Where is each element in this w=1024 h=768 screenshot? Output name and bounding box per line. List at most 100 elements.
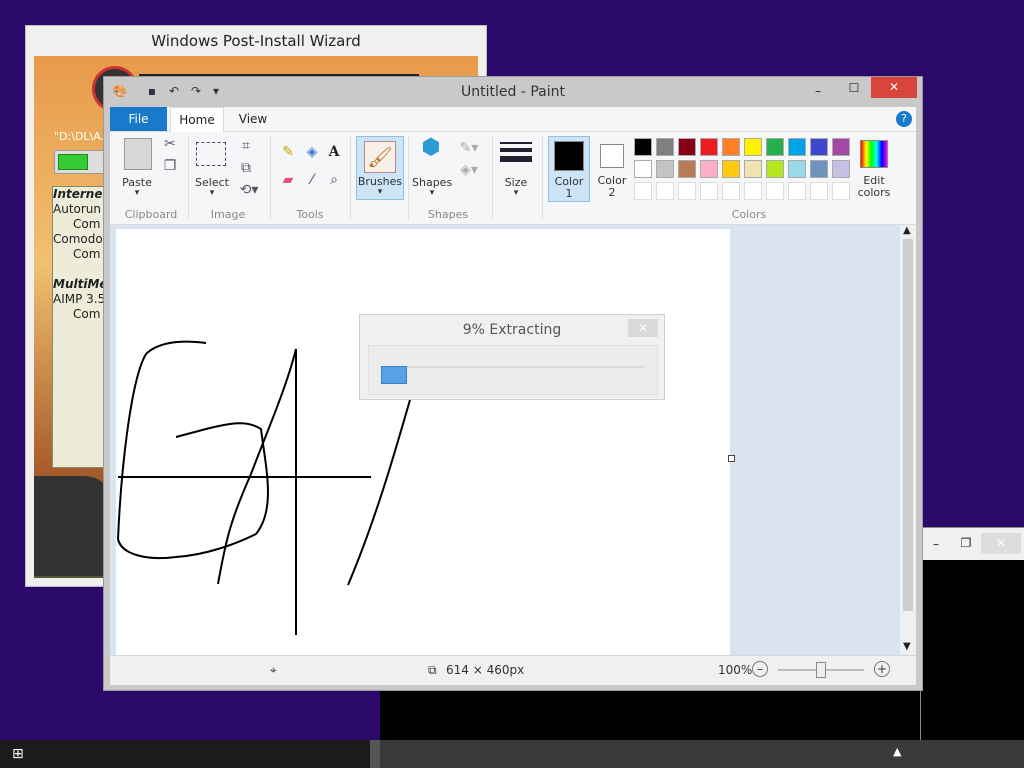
separator: [492, 136, 493, 220]
chevron-down-icon: ▾: [134, 188, 140, 198]
shapes-icon: ⬢: [421, 135, 441, 160]
start-icon[interactable]: ⊞: [12, 746, 28, 762]
minimize-button[interactable]: –: [801, 81, 835, 102]
shapes-button[interactable]: ⬢ Shapes ▾: [412, 135, 452, 199]
size-icon: [500, 142, 532, 144]
palette-color-swatch[interactable]: [766, 138, 784, 156]
separator: [270, 136, 271, 220]
custom-color-swatch[interactable]: [810, 182, 828, 200]
scrollbar-thumb[interactable]: [903, 239, 913, 611]
palette-color-swatch[interactable]: [832, 138, 850, 156]
palette-color-swatch[interactable]: [722, 160, 740, 178]
close-icon[interactable]: ✕: [628, 319, 658, 337]
tab-home[interactable]: Home: [170, 107, 224, 132]
palette-color-swatch[interactable]: [678, 138, 696, 156]
ribbon-tabs: File Home View ?: [110, 107, 916, 132]
black-window-titlebar: – ❐ ✕: [921, 528, 1024, 560]
palette-color-swatch[interactable]: [788, 138, 806, 156]
scroll-up-icon[interactable]: ▲: [903, 225, 911, 236]
color1-button[interactable]: Color 1: [548, 136, 590, 202]
palette-color-swatch[interactable]: [634, 160, 652, 178]
drawing-canvas[interactable]: [116, 229, 730, 655]
paint-title: Untitled - Paint: [461, 84, 565, 100]
minimize-icon[interactable]: –: [921, 534, 951, 555]
palette-color-swatch[interactable]: [678, 160, 696, 178]
color2-number: 2: [608, 186, 616, 199]
cut-icon[interactable]: ✂: [162, 136, 178, 152]
canvas-resize-handle[interactable]: [728, 455, 735, 462]
show-hidden-icons-icon[interactable]: ▲: [893, 745, 901, 758]
canvas-size-text: 614 × 460px: [446, 663, 525, 677]
crop-icon[interactable]: ⌗: [238, 138, 254, 154]
rotate-icon[interactable]: ⟲▾: [238, 182, 260, 198]
separator: [188, 136, 189, 220]
custom-color-swatch[interactable]: [678, 182, 696, 200]
custom-color-swatch[interactable]: [766, 182, 784, 200]
custom-color-swatch[interactable]: [788, 182, 806, 200]
tools-group-label: Tools: [296, 208, 324, 221]
custom-color-swatch[interactable]: [744, 182, 762, 200]
size-icon-line: [500, 148, 532, 152]
taskbar-window-area: [380, 740, 1024, 768]
palette-color-swatch[interactable]: [656, 160, 674, 178]
zoom-out-icon[interactable]: –: [752, 661, 768, 677]
scroll-down-icon[interactable]: ▼: [903, 641, 911, 652]
vertical-scrollbar[interactable]: ▲ ▼: [900, 225, 916, 655]
maximize-icon[interactable]: ❐: [951, 533, 981, 554]
palette-color-swatch[interactable]: [700, 138, 718, 156]
pencil-icon[interactable]: ✎: [280, 144, 296, 160]
palette-color-swatch[interactable]: [722, 138, 740, 156]
palette-color-swatch[interactable]: [832, 160, 850, 178]
palette-color-swatch[interactable]: [634, 138, 652, 156]
fill-icon[interactable]: ◈: [304, 144, 320, 160]
canvas-drawing: [116, 340, 417, 635]
outline-icon[interactable]: ✎▾: [458, 140, 480, 156]
color-picker-icon[interactable]: ⁄: [304, 172, 320, 188]
stroke-six: [116, 340, 269, 560]
magnifier-icon[interactable]: ⌕: [326, 172, 342, 188]
text-icon[interactable]: A: [326, 144, 342, 160]
zoom-slider-thumb[interactable]: [816, 662, 826, 678]
tab-view[interactable]: View: [228, 107, 278, 131]
custom-color-swatch[interactable]: [722, 182, 740, 200]
edit-colors-label-2: colors: [857, 186, 891, 199]
color2-button[interactable]: Color 2: [592, 136, 632, 200]
tab-file[interactable]: File: [110, 107, 167, 131]
resize-icon[interactable]: ⧉: [238, 160, 254, 176]
separator: [350, 136, 351, 220]
color-palette: [634, 138, 854, 202]
palette-color-swatch[interactable]: [656, 138, 674, 156]
close-button[interactable]: ✕: [871, 77, 917, 98]
taskbar: ⊞ ▲: [0, 740, 1024, 768]
brushes-button[interactable]: 🖌 Brushes ▾: [356, 136, 404, 200]
extracting-title: 9% Extracting: [462, 322, 562, 338]
extracting-dialog: 9% Extracting ✕: [359, 314, 665, 400]
zoom-level: 100%: [718, 663, 753, 677]
extracting-panel: [368, 345, 658, 395]
paste-button[interactable]: Paste ▾: [118, 136, 156, 198]
palette-color-swatch[interactable]: [744, 160, 762, 178]
palette-color-swatch[interactable]: [700, 160, 718, 178]
zoom-in-icon[interactable]: +: [874, 661, 890, 677]
custom-color-swatch[interactable]: [832, 182, 850, 200]
custom-color-swatch[interactable]: [634, 182, 652, 200]
clipboard-icon: [124, 138, 152, 170]
palette-color-swatch[interactable]: [810, 160, 828, 178]
custom-color-swatch[interactable]: [656, 182, 674, 200]
fill-shape-icon[interactable]: ◈▾: [458, 162, 480, 178]
help-icon[interactable]: ?: [896, 111, 912, 127]
maximize-button[interactable]: ☐: [837, 78, 871, 99]
palette-color-swatch[interactable]: [788, 160, 806, 178]
select-button[interactable]: Select ▾: [192, 138, 232, 198]
eraser-icon[interactable]: ▰: [280, 172, 296, 188]
edit-colors-button[interactable]: Edit colors: [854, 138, 894, 200]
palette-color-swatch[interactable]: [766, 160, 784, 178]
size-button[interactable]: Size ▾: [498, 138, 534, 198]
palette-color-swatch[interactable]: [810, 138, 828, 156]
copy-icon[interactable]: ❐: [162, 158, 178, 174]
edit-colors-icon: [860, 140, 888, 168]
wizard-car-image: [34, 476, 114, 576]
close-icon[interactable]: ✕: [981, 533, 1021, 554]
custom-color-swatch[interactable]: [700, 182, 718, 200]
palette-color-swatch[interactable]: [744, 138, 762, 156]
